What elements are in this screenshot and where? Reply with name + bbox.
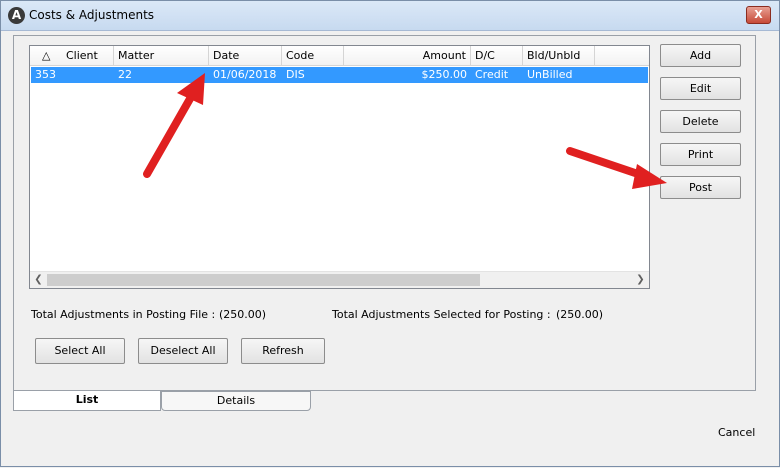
table-row[interactable]: 353 22 01/06/2018 DIS $250.00 Credit UnB… — [30, 66, 649, 84]
column-header-client[interactable]: △ Client — [30, 46, 114, 66]
column-header-date[interactable]: Date — [209, 46, 282, 66]
adjustments-grid[interactable]: △ Client Matter Date Code Amount D/C Bld… — [29, 45, 650, 289]
cell-client: 353 — [35, 68, 56, 81]
sort-indicator-icon: △ — [42, 49, 51, 62]
cell-code: DIS — [286, 68, 305, 81]
post-button[interactable]: Post — [660, 176, 741, 199]
scroll-left-icon[interactable]: ❮ — [30, 272, 47, 289]
cell-matter: 22 — [118, 68, 132, 81]
add-button[interactable]: Add — [660, 44, 741, 67]
deselect-all-button[interactable]: Deselect All — [138, 338, 228, 364]
column-header-code[interactable]: Code — [282, 46, 344, 66]
close-button[interactable]: X — [746, 6, 771, 24]
cell-date: 01/06/2018 — [213, 68, 277, 81]
selected-total-value: (250.00) — [556, 308, 604, 321]
window-title: Costs & Adjustments — [29, 8, 155, 22]
column-header-dc[interactable]: D/C — [471, 46, 523, 66]
grid-header: △ Client Matter Date Code Amount D/C Bld… — [30, 46, 649, 66]
horizontal-scrollbar[interactable]: ❮ ❯ — [30, 271, 649, 288]
title-bar: A Costs & Adjustments X — [1, 1, 779, 31]
selected-total-label: Total Adjustments Selected for Posting : — [332, 308, 551, 321]
column-header-amount[interactable]: Amount — [344, 46, 471, 66]
edit-button[interactable]: Edit — [660, 77, 741, 100]
tab-list[interactable]: List — [13, 391, 161, 411]
costs-adjustments-window: A Costs & Adjustments X △ Client Matter … — [0, 0, 780, 467]
cell-bld-unbld: UnBilled — [527, 68, 573, 81]
refresh-button[interactable]: Refresh — [241, 338, 325, 364]
cancel-button[interactable]: Cancel — [718, 426, 755, 439]
column-header-matter[interactable]: Matter — [114, 46, 209, 66]
column-header-bld-unbld[interactable]: Bld/Unbld — [523, 46, 595, 66]
delete-button[interactable]: Delete — [660, 110, 741, 133]
posting-file-total-value: (250.00) — [219, 308, 267, 321]
app-logo-icon: A — [8, 7, 25, 24]
cell-amount: $250.00 — [421, 68, 468, 81]
select-all-button[interactable]: Select All — [35, 338, 125, 364]
scroll-right-icon[interactable]: ❯ — [632, 272, 649, 289]
tab-details[interactable]: Details — [161, 391, 311, 411]
print-button[interactable]: Print — [660, 143, 741, 166]
scroll-thumb[interactable] — [47, 274, 480, 286]
posting-file-total-label: Total Adjustments in Posting File : — [31, 308, 216, 321]
cell-dc: Credit — [475, 68, 509, 81]
